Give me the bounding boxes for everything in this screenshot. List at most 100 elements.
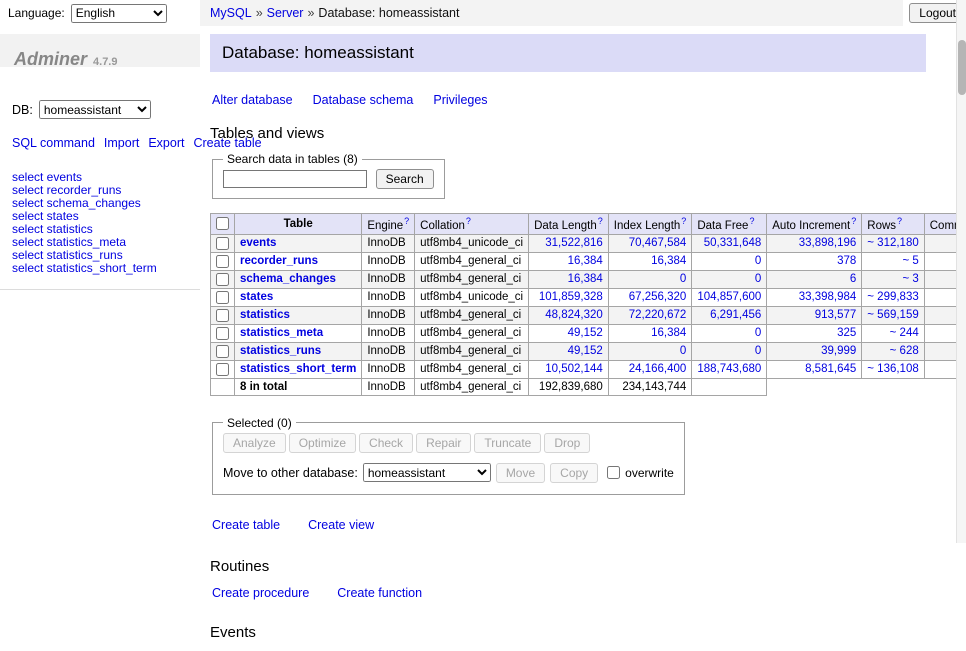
row-select-cell[interactable]	[211, 288, 235, 306]
move-button[interactable]: Move	[496, 463, 545, 483]
sidebar-action-link[interactable]: Import	[104, 136, 139, 150]
help-icon[interactable]: ?	[851, 216, 856, 226]
table-name-link[interactable]: statistics_meta	[240, 327, 323, 339]
move-db-select[interactable]: homeassistant	[363, 463, 491, 482]
row-checkbox[interactable]	[216, 309, 229, 322]
rows-link[interactable]: ~ 244	[890, 327, 919, 339]
row-checkbox[interactable]	[216, 345, 229, 358]
data_free-link[interactable]: 104,857,600	[697, 291, 761, 303]
data_free-link[interactable]: 0	[755, 255, 761, 267]
sidebar-action-link[interactable]: Export	[148, 136, 184, 150]
row-select-cell[interactable]	[211, 252, 235, 270]
row-checkbox[interactable]	[216, 327, 229, 340]
row-checkbox[interactable]	[216, 237, 229, 250]
breadcrumb-mysql-link[interactable]: MySQL	[210, 6, 252, 20]
data_length-link[interactable]: 16,384	[568, 273, 603, 285]
row-checkbox[interactable]	[216, 273, 229, 286]
index_length-link[interactable]: 16,384	[651, 327, 686, 339]
index_length-link[interactable]: 70,467,584	[629, 237, 687, 249]
selected-action-button[interactable]: Repair	[416, 433, 471, 453]
row-checkbox[interactable]	[216, 363, 229, 376]
data_free-link[interactable]: 50,331,648	[704, 237, 762, 249]
data_free-link[interactable]: 6,291,456	[710, 309, 761, 321]
help-icon[interactable]: ?	[681, 216, 686, 226]
data_free-link[interactable]: 0	[755, 273, 761, 285]
index_length-link[interactable]: 72,220,672	[629, 309, 687, 321]
auto_increment-link[interactable]: 33,398,984	[799, 291, 857, 303]
auto_increment-link[interactable]: 39,999	[821, 345, 856, 357]
selected-action-button[interactable]: Analyze	[223, 433, 286, 453]
select-all-cell[interactable]	[211, 214, 235, 235]
create-link[interactable]: Create table	[212, 518, 280, 532]
row-select-cell[interactable]	[211, 324, 235, 342]
help-icon[interactable]: ?	[897, 216, 902, 226]
index_length-link[interactable]: 0	[680, 273, 686, 285]
index_length-link[interactable]: 24,166,400	[629, 363, 687, 375]
data_length-link[interactable]: 49,152	[568, 345, 603, 357]
overwrite-checkbox[interactable]	[607, 466, 620, 479]
sidebar-table-link[interactable]: select statistics_short_term	[12, 262, 200, 275]
db-select[interactable]: homeassistant	[39, 100, 151, 119]
auto_increment-link[interactable]: 8,581,645	[805, 363, 856, 375]
data_length-link[interactable]: 49,152	[568, 327, 603, 339]
scrollbar-thumb[interactable]	[958, 40, 966, 95]
sidebar-action-link[interactable]: SQL command	[12, 136, 95, 150]
search-button[interactable]: Search	[376, 169, 434, 189]
data_length-link[interactable]: 48,824,320	[545, 309, 603, 321]
auto_increment-link[interactable]: 378	[837, 255, 856, 267]
row-select-cell[interactable]	[211, 270, 235, 288]
index_length-link[interactable]: 16,384	[651, 255, 686, 267]
table-name-link[interactable]: statistics_short_term	[240, 363, 356, 375]
database-action-link[interactable]: Database schema	[313, 93, 414, 107]
row-select-cell[interactable]	[211, 306, 235, 324]
data_length-link[interactable]: 101,859,328	[539, 291, 603, 303]
data_free-link[interactable]: 0	[755, 327, 761, 339]
table-name-link[interactable]: statistics_runs	[240, 345, 321, 357]
rows-link[interactable]: ~ 5	[902, 255, 918, 267]
rows-link[interactable]: ~ 3	[902, 273, 918, 285]
row-checkbox[interactable]	[216, 291, 229, 304]
help-icon[interactable]: ?	[749, 216, 754, 226]
rows-link[interactable]: ~ 136,108	[867, 363, 918, 375]
table-name-link[interactable]: statistics	[240, 309, 290, 321]
index_length-link[interactable]: 67,256,320	[629, 291, 687, 303]
data_length-link[interactable]: 16,384	[568, 255, 603, 267]
create-link[interactable]: Create view	[308, 518, 374, 532]
row-select-cell[interactable]	[211, 234, 235, 252]
data_length-link[interactable]: 10,502,144	[545, 363, 603, 375]
data_length-link[interactable]: 31,522,816	[545, 237, 603, 249]
auto_increment-link[interactable]: 325	[837, 327, 856, 339]
select-all-checkbox[interactable]	[216, 217, 229, 230]
rows-link[interactable]: ~ 628	[890, 345, 919, 357]
data_free-link[interactable]: 0	[755, 345, 761, 357]
routine-link[interactable]: Create procedure	[212, 586, 309, 600]
rows-link[interactable]: ~ 312,180	[867, 237, 918, 249]
scrollbar-track[interactable]	[956, 0, 966, 543]
selected-action-button[interactable]: Check	[359, 433, 413, 453]
table-name-link[interactable]: recorder_runs	[240, 255, 318, 267]
auto_increment-link[interactable]: 6	[850, 273, 856, 285]
index_length-link[interactable]: 0	[680, 345, 686, 357]
copy-button[interactable]: Copy	[550, 463, 598, 483]
help-icon[interactable]: ?	[598, 216, 603, 226]
table-name-link[interactable]: states	[240, 291, 273, 303]
auto_increment-link[interactable]: 913,577	[815, 309, 857, 321]
row-checkbox[interactable]	[216, 255, 229, 268]
rows-link[interactable]: ~ 569,159	[867, 309, 918, 321]
row-select-cell[interactable]	[211, 360, 235, 378]
breadcrumb-server-link[interactable]: Server	[267, 6, 304, 20]
database-action-link[interactable]: Privileges	[433, 93, 487, 107]
auto_increment-link[interactable]: 33,898,196	[799, 237, 857, 249]
help-icon[interactable]: ?	[404, 216, 409, 226]
table-name-link[interactable]: schema_changes	[240, 273, 336, 285]
selected-action-button[interactable]: Truncate	[474, 433, 541, 453]
rows-link[interactable]: ~ 299,833	[867, 291, 918, 303]
search-input[interactable]	[223, 170, 367, 188]
selected-action-button[interactable]: Optimize	[289, 433, 356, 453]
table-name-link[interactable]: events	[240, 237, 276, 249]
help-icon[interactable]: ?	[466, 216, 471, 226]
database-action-link[interactable]: Alter database	[212, 93, 293, 107]
data_free-link[interactable]: 188,743,680	[697, 363, 761, 375]
language-select[interactable]: English	[71, 4, 167, 23]
routine-link[interactable]: Create function	[337, 586, 422, 600]
